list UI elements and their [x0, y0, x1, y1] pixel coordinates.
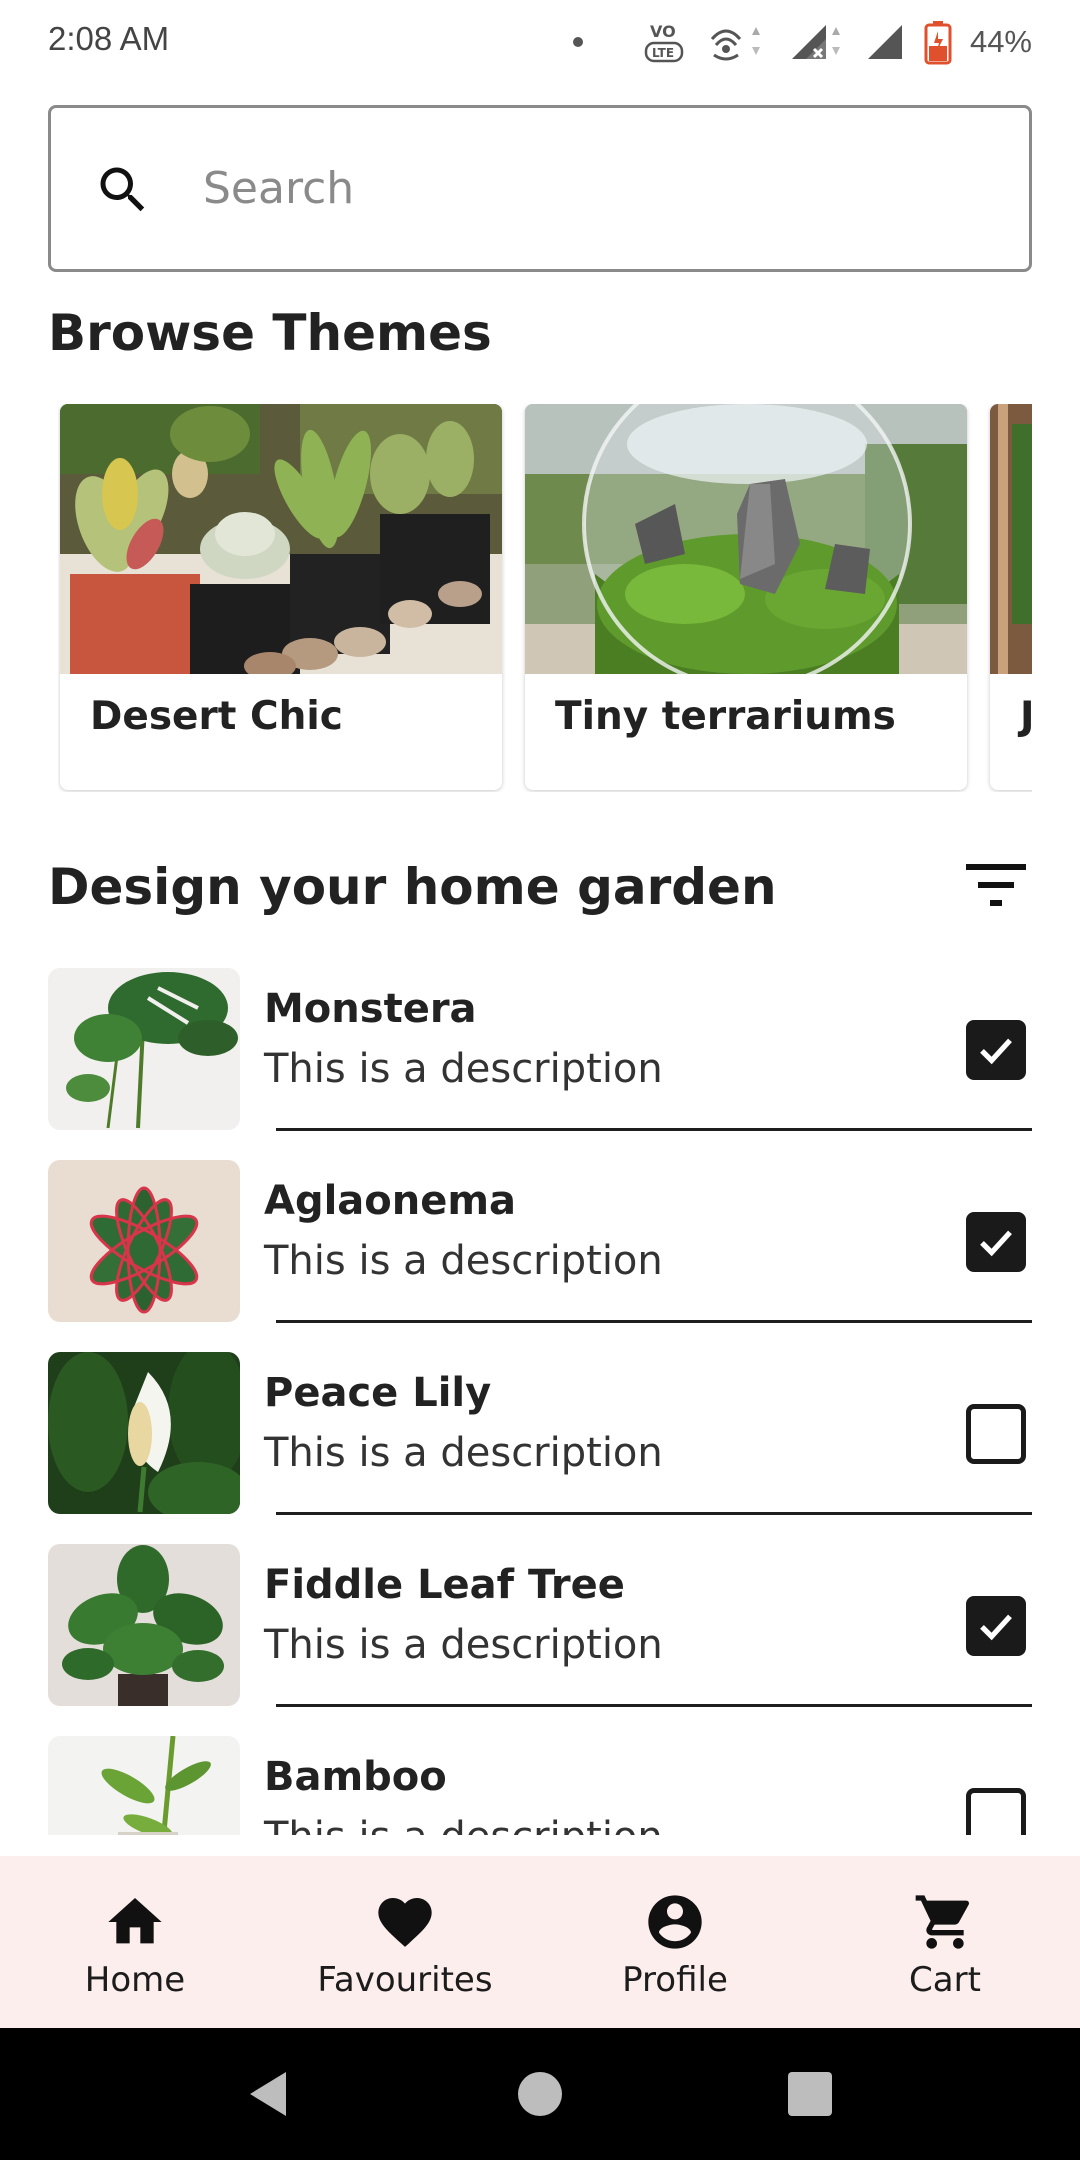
plant-image-monstera — [48, 968, 240, 1130]
signal-no-data-icon — [791, 25, 840, 59]
status-icons: VO LTE 44% — [572, 16, 1032, 68]
plant-checkbox-monstera[interactable] — [966, 1020, 1026, 1080]
row-divider — [276, 1128, 1032, 1131]
nav-item-home[interactable]: Home — [0, 1856, 270, 2028]
search-icon[interactable] — [93, 160, 153, 220]
battery-icon — [924, 21, 952, 65]
nav-label: Favourites — [317, 1960, 493, 2000]
plant-name: Monstera — [264, 986, 477, 1032]
plant-name: Bamboo — [264, 1754, 447, 1800]
system-navigation-bar — [0, 2028, 1080, 2160]
dot-icon — [572, 37, 583, 47]
hotspot-icon — [710, 27, 760, 61]
filter-list-icon[interactable] — [962, 858, 1030, 912]
checkmark-icon — [980, 1038, 1012, 1065]
plant-image-fiddle-leaf-tree — [48, 1544, 240, 1706]
status-time: 2:08 AM — [48, 20, 170, 57]
recents-icon[interactable] — [780, 2064, 840, 2124]
checkmark-icon — [980, 1230, 1012, 1257]
plant-description: This is a description — [264, 1622, 663, 1668]
signal-icon — [867, 25, 902, 59]
volte-icon: VO LTE — [644, 22, 684, 63]
theme-image-partial — [990, 404, 1032, 674]
plant-description: This is a description — [264, 1046, 663, 1092]
nav-item-profile[interactable]: Profile — [540, 1856, 810, 2028]
plant-image-bamboo — [48, 1736, 240, 1835]
row-divider — [276, 1704, 1032, 1707]
nav-item-cart[interactable]: Cart — [810, 1856, 1080, 2028]
bottom-navigation: Home Favourites Profile Cart — [0, 1856, 1080, 2028]
home-icon — [108, 1898, 162, 1944]
theme-label: Desert Chic — [90, 694, 343, 739]
theme-card-desert-chic[interactable]: Desert Chic — [60, 404, 502, 790]
nav-item-favourites[interactable]: Favourites — [270, 1856, 540, 2028]
search-box[interactable] — [48, 105, 1032, 272]
back-icon[interactable] — [240, 2064, 300, 2124]
home-circle-icon[interactable] — [510, 2064, 570, 2124]
row-divider — [276, 1320, 1032, 1323]
themes-carousel[interactable]: Desert Chic Tiny terrariums J — [58, 404, 1032, 792]
theme-image-terrarium — [525, 404, 967, 674]
theme-card-partial[interactable]: J — [990, 404, 1032, 790]
plant-checkbox-peace-lily[interactable] — [966, 1404, 1026, 1464]
svg-text:VO: VO — [650, 22, 676, 41]
plant-row-monstera[interactable]: Monstera This is a description — [0, 950, 1080, 1142]
browse-themes-title: Browse Themes — [48, 304, 492, 362]
plant-description: This is a description — [264, 1238, 663, 1284]
plant-checkbox-fiddle-leaf-tree[interactable] — [966, 1596, 1026, 1656]
plant-list[interactable]: Monstera This is a description Aglaonema… — [0, 950, 1080, 1835]
heart-icon — [378, 1898, 432, 1947]
plant-name: Peace Lily — [264, 1370, 492, 1416]
plant-checkbox-bamboo[interactable] — [966, 1788, 1026, 1835]
status-bar: 2:08 AM VO LTE 44% — [0, 0, 1080, 84]
account-circle-icon — [648, 1895, 702, 1949]
search-input[interactable] — [203, 138, 983, 238]
plant-checkbox-aglaonema[interactable] — [966, 1212, 1026, 1272]
plant-row-bamboo[interactable]: Bamboo This is a description — [0, 1718, 1080, 1835]
nav-label: Cart — [909, 1960, 981, 2000]
plant-description: This is a description — [264, 1814, 663, 1835]
row-divider — [276, 1512, 1032, 1515]
nav-label: Profile — [622, 1960, 728, 2000]
plant-name: Fiddle Leaf Tree — [264, 1562, 625, 1608]
plant-row-fiddle-leaf-tree[interactable]: Fiddle Leaf Tree This is a description — [0, 1526, 1080, 1718]
theme-label: J — [1020, 694, 1032, 739]
plant-row-peace-lily[interactable]: Peace Lily This is a description — [0, 1334, 1080, 1526]
theme-image-succulents — [60, 404, 502, 674]
checkmark-icon — [980, 1614, 1012, 1641]
cart-icon — [915, 1895, 970, 1949]
theme-card-tiny-terrariums[interactable]: Tiny terrariums — [525, 404, 967, 790]
plant-description: This is a description — [264, 1430, 663, 1476]
svg-text:LTE: LTE — [652, 46, 674, 60]
garden-section-title: Design your home garden — [48, 858, 777, 916]
theme-label: Tiny terrariums — [555, 694, 896, 739]
battery-percent: 44% — [969, 24, 1032, 59]
plant-row-aglaonema[interactable]: Aglaonema This is a description — [0, 1142, 1080, 1334]
plant-name: Aglaonema — [264, 1178, 517, 1224]
plant-image-peace-lily — [48, 1352, 240, 1514]
plant-image-aglaonema — [48, 1160, 240, 1322]
nav-label: Home — [84, 1960, 186, 2000]
